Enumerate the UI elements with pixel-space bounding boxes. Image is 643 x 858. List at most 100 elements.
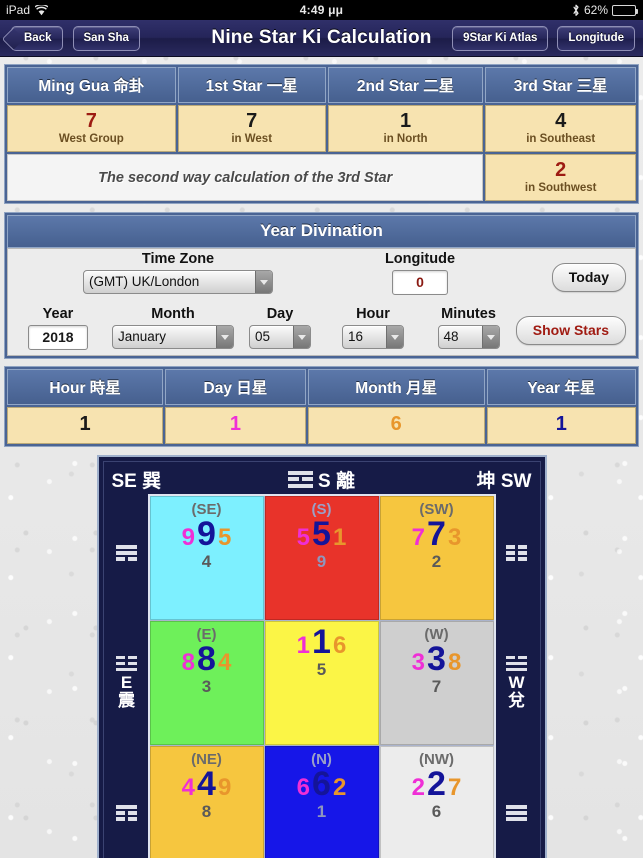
hour-label: Hour [356, 306, 390, 322]
show-stars-button[interactable]: Show Stars [515, 316, 626, 345]
year-star-number: 1 [555, 413, 567, 435]
loshu-number-center: 4 [197, 765, 216, 803]
loshu-inner: SE 巽 S 離 坤 SW E 震 (SE) 9 9 5 4 (S) 5 5 1… [102, 461, 541, 858]
longitude-button[interactable]: Longitude [557, 25, 635, 51]
loshu-cell-ne[interactable]: (NE) 4 4 9 8 [149, 746, 264, 858]
star-table-header-row: Ming Gua 命卦 1st Star 一星 2nd Star 二星 3rd … [7, 67, 636, 103]
loshu-cell-center[interactable]: 1165 [264, 621, 379, 745]
loshu-number-right: 7 [447, 774, 462, 802]
loshu-cell-w[interactable]: (W) 3 3 8 7 [379, 621, 494, 745]
chevron-down-icon [293, 326, 310, 348]
month-select[interactable]: January [112, 325, 234, 349]
cell-hour-star: 1 [7, 407, 164, 444]
minutes-select[interactable]: 48 [437, 325, 500, 349]
year-label: Year [42, 306, 74, 322]
loshu-cell-s[interactable]: (S) 5 5 1 9 [264, 496, 379, 620]
label-east: E震 [118, 673, 135, 711]
loshu-cell-numbers: 227 [411, 767, 462, 802]
year-input[interactable]: 2018 [28, 325, 88, 350]
loshu-number-bottom: 1 [316, 802, 327, 822]
loshu-number-left: 8 [181, 649, 196, 677]
loshu-main-row: E震 (SE) 9 9 5 4 (S) 5 5 1 9 (SW) 7 7 3 2 (E) 8 8 4 3 1 1 6 5 (W)… [105, 494, 538, 858]
east-side-group: E震 [116, 655, 137, 711]
second-way-caption: in Southwest [524, 182, 597, 194]
loshu-grid-wrapper: SE 巽 S 離 坤 SW E 震 (SE) 9 9 5 4 (S) 5 5 1… [0, 455, 643, 858]
loshu-number-center: 5 [312, 515, 331, 553]
loshu-number-center: 8 [197, 640, 216, 678]
chevron-down-icon [216, 326, 233, 348]
loshu-number-right: 8 [447, 649, 462, 677]
loshu-number-center: 7 [427, 515, 446, 553]
month-value: January [118, 329, 167, 344]
status-bar-time: 4:49 μμ [299, 3, 344, 17]
first-star-caption: in West [231, 133, 273, 145]
longitude-field: Longitude 0 [360, 251, 480, 295]
today-button[interactable]: Today [551, 263, 626, 292]
loshu-cell-e[interactable]: (E) 8 8 4 3 [149, 621, 264, 745]
loshu-number-center: 3 [427, 640, 446, 678]
loshu-cell-numbers: 551 [296, 515, 347, 553]
status-bar-right: 62% [572, 3, 643, 17]
star-table-second-way-row: The second way calculation of the 3rd St… [7, 154, 636, 201]
longitude-label: Longitude [384, 251, 456, 267]
loshu-number-right: 6 [332, 632, 347, 660]
ming-gua-number: 7 [85, 110, 97, 132]
loshu-number-left: 5 [296, 524, 311, 552]
loshu-number-bottom: 9 [316, 552, 327, 572]
timezone-select[interactable]: (GMT) UK/London [83, 270, 273, 294]
loshu-cell-sw[interactable]: (SW) 7 7 3 2 [379, 496, 494, 620]
loshu-number-left: 1 [296, 632, 311, 660]
battery-icon [612, 4, 638, 16]
cell-second-way-value: 2 in Southwest [485, 154, 636, 201]
loshu-number-bottom: 7 [431, 677, 442, 697]
hour-field: Hour 16 [342, 306, 404, 349]
cell-day-star: 1 [165, 407, 306, 444]
day-value: 05 [255, 329, 271, 344]
loshu-number-bottom: 2 [431, 552, 442, 572]
header-3rd-star: 3rd Star 三星 [485, 67, 636, 103]
loshu-number-right: 5 [217, 524, 232, 552]
cell-1st-star: 7 in West [177, 105, 326, 152]
cell-year-star: 1 [486, 407, 636, 444]
cell-month-star: 6 [307, 407, 485, 444]
loshu-number-right: 2 [332, 774, 347, 802]
header-day-star: Day 日星 [165, 369, 306, 405]
third-star-caption: in Southeast [526, 133, 596, 145]
dui-trigram-icon [506, 655, 527, 672]
atlas-button[interactable]: 9Star Ki Atlas [452, 25, 549, 51]
xun-trigram-icon [116, 545, 137, 561]
qian-trigram-icon [506, 805, 527, 821]
hour-select[interactable]: 16 [342, 325, 404, 349]
loshu-cell-numbers: 338 [412, 640, 462, 678]
bluetooth-icon [572, 4, 580, 17]
li-trigram-icon [288, 470, 314, 488]
label-south-group: S 離 [106, 466, 538, 493]
san-sha-button[interactable]: San Sha [72, 25, 140, 51]
loshu-number-right: 1 [332, 524, 347, 552]
month-label: Month [151, 306, 195, 322]
cell-ming-gua: 7 West Group [7, 105, 176, 152]
navigation-bar: Back San Sha Nine Star Ki Calculation 9S… [0, 20, 643, 57]
header-year-star: Year 年星 [486, 369, 636, 405]
back-button[interactable]: Back [11, 25, 63, 51]
longitude-input[interactable]: 0 [392, 270, 448, 295]
minutes-label: Minutes [441, 306, 496, 322]
loshu-number-left: 9 [181, 524, 196, 552]
period-table: Hour 時星 Day 日星 Month 月星 Year 年星 1 1 6 1 [4, 366, 639, 447]
month-star-number: 6 [390, 413, 402, 435]
loshu-top-labels: SE 巽 S 離 坤 SW [106, 464, 538, 494]
loshu-cells: (SE) 9 9 5 4 (S) 5 5 1 9 (SW) 7 7 3 2 (E) 8 8 4 3 1 1 6 5 (W) 3 3 8… [147, 494, 496, 858]
loshu-cell-numbers: 773 [412, 515, 462, 553]
loshu-cell-n[interactable]: (N) 6 6 2 1 [264, 746, 379, 858]
label-west: W兌 [508, 673, 525, 711]
second-star-caption: in North [383, 133, 428, 145]
day-select[interactable]: 05 [249, 325, 311, 349]
loshu-number-left: 2 [411, 774, 426, 802]
loshu-number-center: 1 [312, 623, 331, 661]
first-star-number: 7 [246, 110, 258, 132]
loshu-cell-se[interactable]: (SE) 9 9 5 4 [149, 496, 264, 620]
loshu-number-left: 6 [296, 774, 311, 802]
loshu-cell-nw[interactable]: (NW) 2 2 7 6 [379, 746, 494, 858]
loshu-number-center: 9 [197, 515, 216, 553]
chevron-down-icon [386, 326, 403, 348]
